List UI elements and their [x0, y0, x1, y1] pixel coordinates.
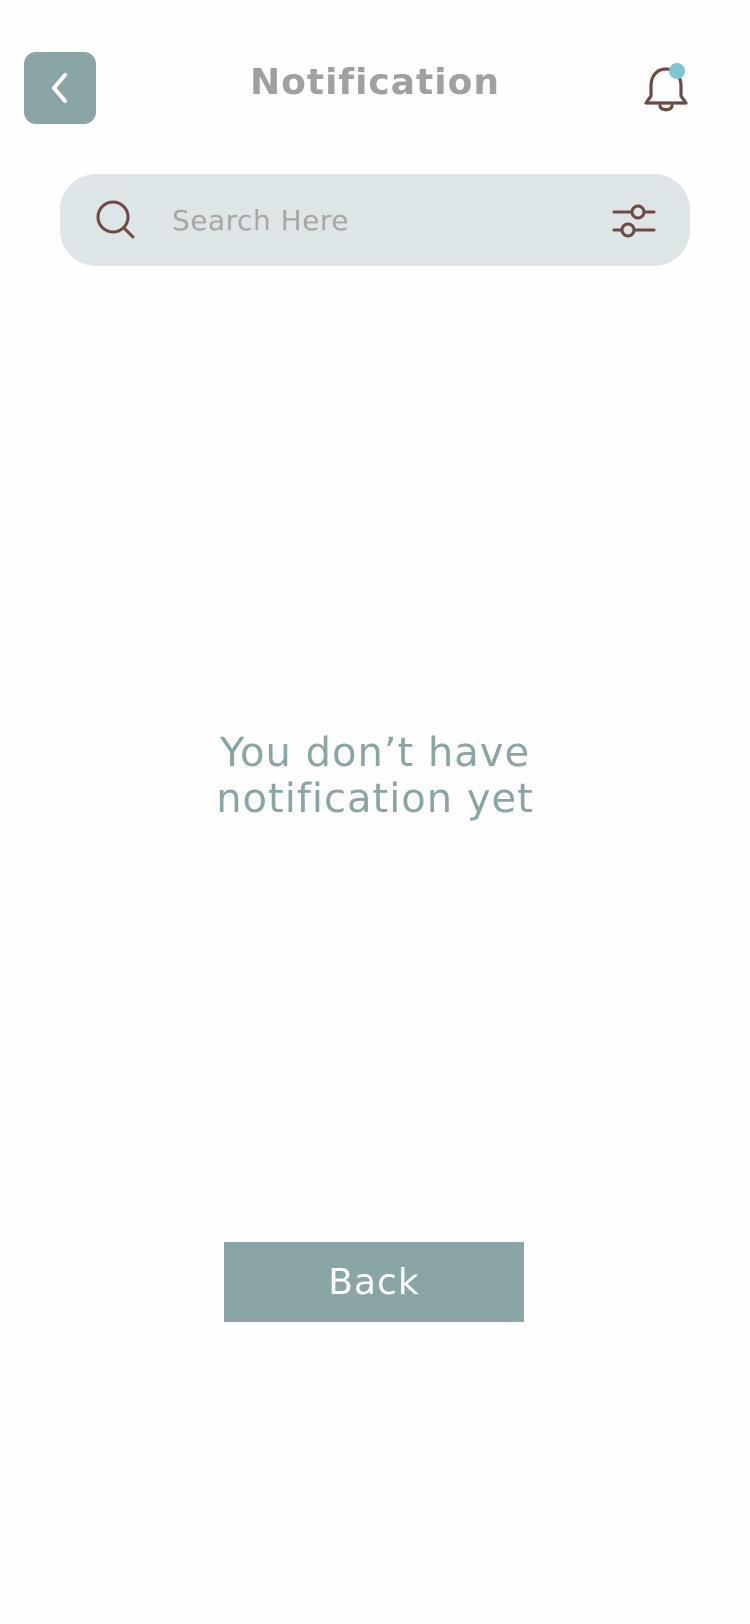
empty-state-line-1: You don’t have	[219, 730, 531, 776]
empty-state-message: You don’t have notification yet	[0, 730, 750, 822]
notification-bell-button[interactable]	[640, 60, 692, 116]
bell-badge	[669, 63, 685, 79]
page-title: Notification	[250, 62, 500, 103]
back-button[interactable]: Back	[224, 1242, 524, 1322]
search-input[interactable]	[172, 174, 572, 266]
search-icon	[96, 200, 135, 239]
empty-state-line-2: notification yet	[216, 776, 534, 822]
notification-screen: Notification You don’t have notification…	[0, 0, 750, 1624]
sliders-icon[interactable]	[612, 200, 656, 240]
bell-icon	[644, 63, 688, 112]
search-bar	[60, 174, 690, 266]
